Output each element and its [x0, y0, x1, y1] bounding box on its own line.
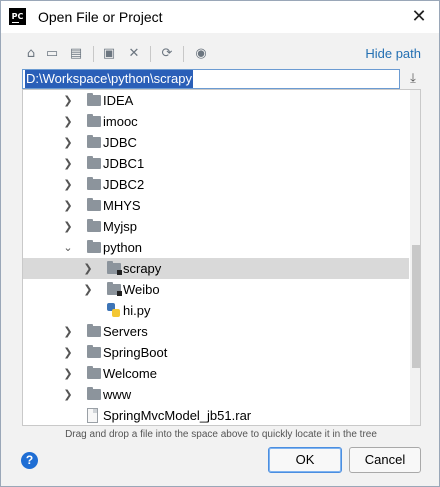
folder-icon: [87, 198, 101, 211]
tree-item-label: Welcome: [103, 366, 157, 381]
project-icon[interactable]: ▤: [66, 44, 86, 64]
refresh-icon[interactable]: ⟳: [157, 44, 177, 64]
delete-icon[interactable]: ✕: [124, 44, 144, 64]
tree-row[interactable]: ❯ JDBC2: [23, 174, 409, 195]
tree-item-label: SpringBoot: [103, 345, 168, 360]
tree-item-label: JDBC2: [103, 177, 145, 192]
title-bar: PC Open File or Project ✕: [1, 1, 439, 33]
expand-arrow-right-icon[interactable]: ❯: [63, 216, 73, 237]
tree-row[interactable]: ❯ imooc: [23, 111, 409, 132]
folder-icon: [87, 219, 101, 232]
expand-arrow-right-icon[interactable]: ❯: [63, 111, 73, 132]
tree-item-label: Weibo: [123, 282, 160, 297]
path-value: D:\Workspace\python\scrapy: [25, 70, 193, 88]
tree-row[interactable]: SpringMvcModel_jb51.rar: [23, 405, 409, 425]
tree-row[interactable]: hi.py: [23, 300, 409, 321]
tree-item-label: JDBC: [103, 135, 137, 150]
expand-arrow-right-icon[interactable]: ❯: [63, 174, 73, 195]
module-badge-icon: [117, 270, 122, 275]
window-title: Open File or Project: [38, 9, 163, 25]
folder-icon: [87, 156, 101, 169]
tree-item-label: hi.py: [123, 303, 151, 318]
folder-icon: [87, 240, 101, 253]
tree-row[interactable]: ❯ Welcome: [23, 363, 409, 384]
toolbar-separator: [183, 46, 184, 62]
tree-row[interactable]: ❯ JDBC: [23, 132, 409, 153]
expand-arrow-right-icon[interactable]: ❯: [83, 258, 93, 279]
desktop-icon[interactable]: ▭: [42, 44, 62, 64]
tree-row[interactable]: ❯ JDBC1: [23, 153, 409, 174]
tree-row[interactable]: ❯ IDEA: [23, 90, 409, 111]
expand-arrow-right-icon[interactable]: ❯: [63, 384, 73, 405]
expand-arrow-right-icon[interactable]: ❯: [63, 90, 73, 111]
python-file-icon: [107, 303, 120, 318]
folder-icon: [87, 93, 101, 106]
tree-item-label: MHYS: [103, 198, 141, 213]
expand-arrow-down-icon[interactable]: ⌄: [63, 237, 73, 258]
tree-row[interactable]: ❯ Servers: [23, 321, 409, 342]
file-tree[interactable]: SpringMvcModel_jb51.rar ❯ www ❯ Welcome ❯ Spri…: [22, 89, 421, 426]
home-icon[interactable]: ⌂: [21, 44, 41, 64]
expand-arrow-right-icon[interactable]: ❯: [63, 321, 73, 342]
folder-icon: [87, 366, 101, 379]
tree-item-label: scrapy: [123, 261, 162, 276]
expand-arrow-right-icon[interactable]: ❯: [63, 153, 73, 174]
tree-item-label: SpringMvcModel_jb51.rar: [103, 408, 252, 423]
module-folder-icon: [107, 261, 122, 275]
close-button[interactable]: ✕: [407, 5, 431, 29]
help-icon[interactable]: ?: [21, 452, 38, 469]
scrollbar-thumb[interactable]: [412, 245, 420, 368]
path-field[interactable]: D:\Workspace\python\scrapy: [22, 69, 400, 89]
tree-row[interactable]: ❯ MHYS: [23, 195, 409, 216]
folder-icon: [87, 387, 101, 400]
pycharm-app-icon: PC: [9, 8, 26, 25]
tree-row[interactable]: ❯ Weibo: [23, 279, 409, 300]
expand-arrow-right-icon[interactable]: ❯: [63, 363, 73, 384]
folder-icon: [87, 135, 101, 148]
tree-item-label: IDEA: [103, 93, 134, 108]
vertical-scrollbar[interactable]: [410, 90, 420, 425]
archive-file-icon: [87, 408, 98, 423]
toolbar-separator: [150, 46, 151, 62]
cancel-button[interactable]: Cancel: [349, 447, 421, 473]
new-folder-icon[interactable]: ▣: [99, 44, 119, 64]
module-folder-icon: [107, 282, 122, 296]
open-file-dialog: PC Open File or Project ✕ ⌂ ▭ ▤ ▣ ✕ ⟳ ◉ …: [0, 0, 440, 487]
expand-arrow-right-icon[interactable]: ❯: [83, 279, 93, 300]
ok-button[interactable]: OK: [268, 447, 342, 473]
tree-row[interactable]: ❯ Myjsp: [23, 216, 409, 237]
tree-item-label: python: [103, 240, 143, 255]
expand-arrow-right-icon[interactable]: ❯: [63, 342, 73, 363]
tree-row[interactable]: ❯ www: [23, 384, 409, 405]
tree-item-label: imooc: [103, 114, 138, 129]
module-badge-icon: [117, 291, 122, 296]
drag-drop-hint: Drag and drop a file into the space abov…: [65, 429, 377, 440]
hide-path-link[interactable]: Hide path: [365, 46, 421, 61]
folder-icon: [87, 324, 101, 337]
folder-icon: [87, 114, 101, 127]
tree-row[interactable]: ⌄ python: [23, 237, 409, 258]
tree-item-label: Myjsp: [103, 219, 137, 234]
tree-item-label: JDBC1: [103, 156, 145, 171]
folder-icon: [87, 177, 101, 190]
tree-item-label: Servers: [103, 324, 148, 339]
toolbar-separator: [93, 46, 94, 62]
expand-arrow-right-icon[interactable]: ❯: [63, 132, 73, 153]
tree-row[interactable]: ❯ SpringBoot: [23, 342, 409, 363]
show-hidden-icon[interactable]: ◉: [191, 44, 211, 64]
download-icon[interactable]: ⤓: [406, 71, 420, 87]
tree-row[interactable]: ❯ scrapy: [23, 258, 409, 279]
expand-arrow-right-icon[interactable]: ❯: [63, 195, 73, 216]
folder-icon: [87, 345, 101, 358]
tree-item-label: www: [103, 387, 132, 402]
